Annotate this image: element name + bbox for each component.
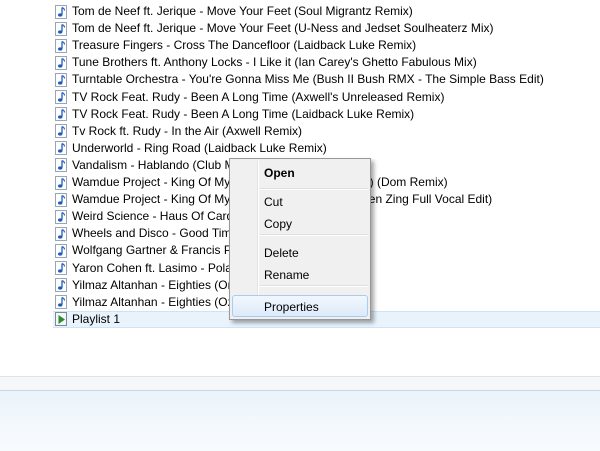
audio-file-icon xyxy=(55,107,67,122)
audio-file-icon xyxy=(55,209,67,224)
file-name-label: Wheels and Disco - Good Times xyxy=(72,226,245,241)
file-name-label: Tune Brothers ft. Anthony Locks - I Like… xyxy=(72,55,477,70)
menu-icon-gutter xyxy=(257,161,259,317)
file-name-label: Underworld - Ring Road (Laidback Luke Re… xyxy=(72,140,327,155)
audio-file-icon xyxy=(55,295,67,310)
file-name-label: Turntable Orchestra - You're Gonna Miss … xyxy=(72,72,544,87)
file-name-label: Tom de Neef ft. Jerique - Move Your Feet… xyxy=(72,4,413,18)
menu-item-rename[interactable]: Rename xyxy=(232,263,368,285)
audio-file-icon xyxy=(55,38,67,53)
file-list-item[interactable]: Tom de Neef ft. Jerique - Move Your Feet… xyxy=(53,3,600,20)
menu-separator xyxy=(259,285,368,287)
file-list-item[interactable]: Tv Rock ft. Rudy - In the Air (Axwell Re… xyxy=(53,123,600,140)
audio-file-icon xyxy=(55,192,67,207)
audio-file-icon xyxy=(55,21,67,36)
details-pane xyxy=(0,390,600,451)
audio-file-icon xyxy=(55,226,67,241)
audio-file-icon xyxy=(55,141,67,156)
menu-item-copy[interactable]: Copy xyxy=(232,212,368,234)
menu-item-delete[interactable]: Delete xyxy=(232,241,368,263)
audio-file-icon xyxy=(55,90,67,104)
file-name-label: Weird Science - Haus Of Cards xyxy=(72,209,240,224)
playlist-file-icon xyxy=(55,312,67,327)
audio-file-icon xyxy=(55,4,67,19)
menu-item-open[interactable]: Open xyxy=(232,161,368,183)
file-list-item[interactable]: Tune Brothers ft. Anthony Locks - I Like… xyxy=(53,54,600,71)
file-name-label: Tom de Neef ft. Jerique - Move Your Feet… xyxy=(72,21,494,36)
audio-file-icon xyxy=(55,55,67,70)
audio-file-icon xyxy=(55,158,67,173)
menu-item-properties[interactable]: Properties xyxy=(232,295,368,317)
file-name-label: Playlist 1 xyxy=(72,311,121,326)
file-list-item[interactable]: TV Rock Feat. Rudy - Been A Long Time (L… xyxy=(53,106,600,123)
file-list-item[interactable]: Underworld - Ring Road (Laidback Luke Re… xyxy=(53,140,600,157)
file-name-label: TV Rock Feat. Rudy - Been A Long Time (A… xyxy=(72,89,445,104)
context-menu: Open Cut Copy Delete Rename Properties xyxy=(229,158,371,320)
audio-file-icon xyxy=(55,72,67,87)
menu-item-cut[interactable]: Cut xyxy=(232,190,368,212)
file-name-label: Tv Rock ft. Rudy - In the Air (Axwell Re… xyxy=(72,123,303,138)
file-list-item[interactable]: Treasure Fingers - Cross The Dancefloor … xyxy=(53,37,600,54)
file-list-item[interactable]: TV Rock Feat. Rudy - Been A Long Time (A… xyxy=(53,89,600,106)
file-name-label: Vandalism - Hablando (Club Mix) xyxy=(72,157,248,172)
status-strip xyxy=(0,376,600,391)
audio-file-icon xyxy=(55,243,67,258)
file-name-label: Treasure Fingers - Cross The Dancefloor … xyxy=(72,38,417,53)
audio-file-icon xyxy=(55,261,67,275)
audio-file-icon xyxy=(55,124,67,139)
file-list-item[interactable]: Tom de Neef ft. Jerique - Move Your Feet… xyxy=(53,20,600,37)
audio-file-icon xyxy=(55,175,67,190)
file-list-item[interactable]: Turntable Orchestra - You're Gonna Miss … xyxy=(53,71,600,88)
audio-file-icon xyxy=(55,278,67,293)
file-name-label: Wolfgang Gartner & Francis Preve xyxy=(72,243,256,258)
file-name-label: TV Rock Feat. Rudy - Been A Long Time (L… xyxy=(72,106,415,121)
menu-separator xyxy=(259,234,368,236)
